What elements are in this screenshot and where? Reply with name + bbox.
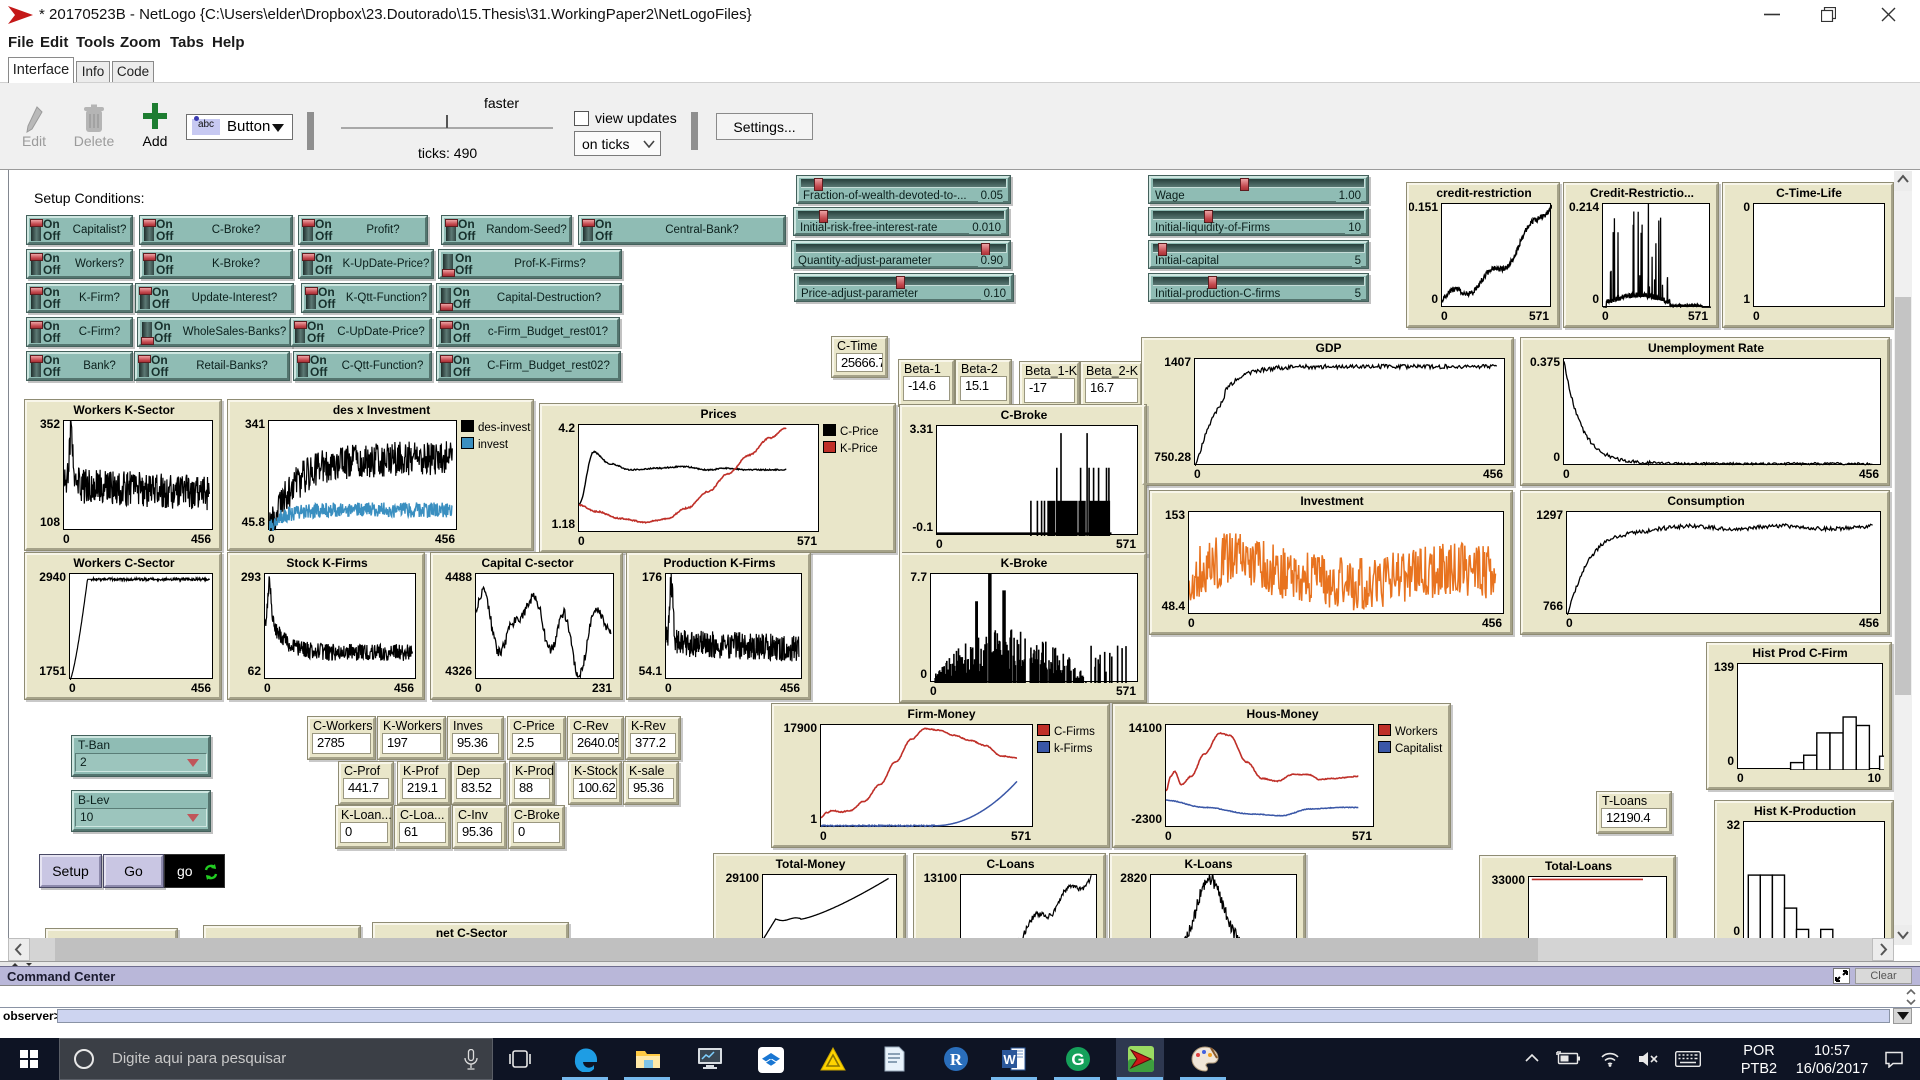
svg-text:W: W bbox=[1003, 1052, 1016, 1067]
svg-text:G: G bbox=[1071, 1050, 1084, 1069]
svg-text:R: R bbox=[950, 1050, 963, 1069]
